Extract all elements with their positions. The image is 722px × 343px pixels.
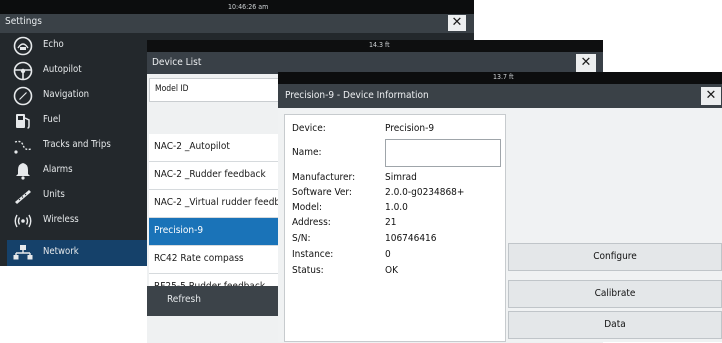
tracks-icon bbox=[14, 140, 32, 154]
device-list-titlebar: Device List bbox=[147, 52, 603, 74]
device-list-title: Device List bbox=[152, 57, 202, 68]
sidebar-item-label: Fuel bbox=[43, 114, 61, 125]
settings-titlebar: Settings bbox=[0, 14, 474, 33]
clock: 10:46:26 am bbox=[228, 3, 269, 11]
serial-number-label: S/N: bbox=[292, 233, 311, 244]
depth-bar: 13.7 ft bbox=[278, 72, 722, 84]
network-icon bbox=[13, 245, 33, 260]
sidebar-item-units[interactable]: Units bbox=[7, 183, 147, 208]
echo-icon bbox=[13, 36, 33, 56]
depth-readout: 14.3 ft bbox=[369, 41, 390, 49]
list-item[interactable]: NAC-2 _Rudder feedback bbox=[149, 162, 287, 190]
address-value: 21 bbox=[385, 217, 397, 228]
software-version-label: Software Ver: bbox=[292, 187, 352, 198]
bell-icon bbox=[16, 163, 30, 180]
manufacturer-value: Simrad bbox=[385, 172, 417, 183]
compass-icon bbox=[13, 86, 33, 106]
manufacturer-label: Manufacturer: bbox=[292, 172, 356, 183]
device-information-close-button[interactable]: ✕ bbox=[701, 87, 721, 105]
refresh-button[interactable]: Refresh bbox=[147, 286, 287, 316]
column-header-model-id[interactable]: Model ID bbox=[149, 78, 289, 102]
sidebar-item-label: Navigation bbox=[43, 89, 90, 100]
settings-close-button[interactable]: ✕ bbox=[448, 15, 466, 31]
sidebar-item-echo[interactable]: Echo bbox=[7, 33, 147, 58]
device-information-window: 13.7 ft Precision-9 - Device Information… bbox=[278, 72, 722, 342]
status-label: Status: bbox=[292, 265, 324, 276]
configure-button[interactable]: Configure bbox=[508, 243, 722, 271]
instance-label: Instance: bbox=[292, 249, 334, 260]
autopilot-wheel-icon bbox=[13, 61, 33, 81]
device-information-titlebar: Precision-9 - Device Information bbox=[278, 84, 722, 108]
device-value: Precision-9 bbox=[385, 123, 435, 134]
serial-number-value: 106746416 bbox=[385, 233, 437, 244]
device-label: Device: bbox=[292, 123, 326, 134]
sidebar-item-label: Units bbox=[43, 189, 65, 200]
address-label: Address: bbox=[292, 217, 331, 228]
calibrate-button[interactable]: Calibrate bbox=[508, 280, 722, 308]
sidebar-item-alarms[interactable]: Alarms bbox=[7, 158, 147, 183]
depth-bar: 14.3 ft bbox=[147, 40, 603, 52]
sidebar-item-fuel[interactable]: Fuel bbox=[7, 108, 147, 133]
model-label: Model: bbox=[292, 202, 323, 213]
data-button[interactable]: Data bbox=[508, 311, 722, 339]
model-value: 1.0.0 bbox=[385, 202, 408, 213]
sidebar-item-label: Echo bbox=[43, 39, 64, 50]
list-item[interactable]: NAC-2 _Virtual rudder feedb bbox=[149, 190, 287, 218]
device-information-title: Precision-9 - Device Information bbox=[285, 90, 429, 101]
sidebar-item-wireless[interactable]: Wireless bbox=[7, 208, 147, 233]
sidebar-item-label: Tracks and Trips bbox=[43, 139, 111, 150]
name-input[interactable] bbox=[385, 139, 501, 167]
sidebar-item-autopilot[interactable]: Autopilot bbox=[7, 58, 147, 83]
device-list-close-button[interactable]: ✕ bbox=[576, 54, 596, 72]
software-version-value: 2.0.0-g0234868+ bbox=[385, 187, 465, 198]
list-item-selected[interactable]: Precision-9 bbox=[149, 218, 287, 246]
sidebar-item-network[interactable]: Network bbox=[7, 240, 147, 266]
sidebar-item-label: Autopilot bbox=[43, 64, 82, 75]
fuel-pump-icon bbox=[16, 114, 30, 129]
sidebar-item-tracks-and-trips[interactable]: Tracks and Trips bbox=[7, 133, 147, 158]
list-item[interactable]: RC42 Rate compass bbox=[149, 246, 287, 274]
sidebar-item-label: Alarms bbox=[43, 164, 73, 175]
status-bar: 10:46:26 am bbox=[0, 0, 474, 14]
settings-title: Settings bbox=[5, 16, 42, 27]
wireless-icon bbox=[14, 214, 32, 228]
status-value: OK bbox=[385, 265, 398, 276]
sidebar-item-label: Network bbox=[43, 246, 79, 257]
name-label: Name: bbox=[292, 147, 322, 158]
sidebar-item-label: Wireless bbox=[43, 214, 79, 225]
list-item[interactable]: NAC-2 _Autopilot bbox=[149, 134, 287, 162]
sidebar-item-navigation[interactable]: Navigation bbox=[7, 83, 147, 108]
units-ruler-icon bbox=[15, 190, 31, 204]
instance-value: 0 bbox=[385, 249, 391, 260]
depth-readout: 13.7 ft bbox=[493, 73, 514, 81]
